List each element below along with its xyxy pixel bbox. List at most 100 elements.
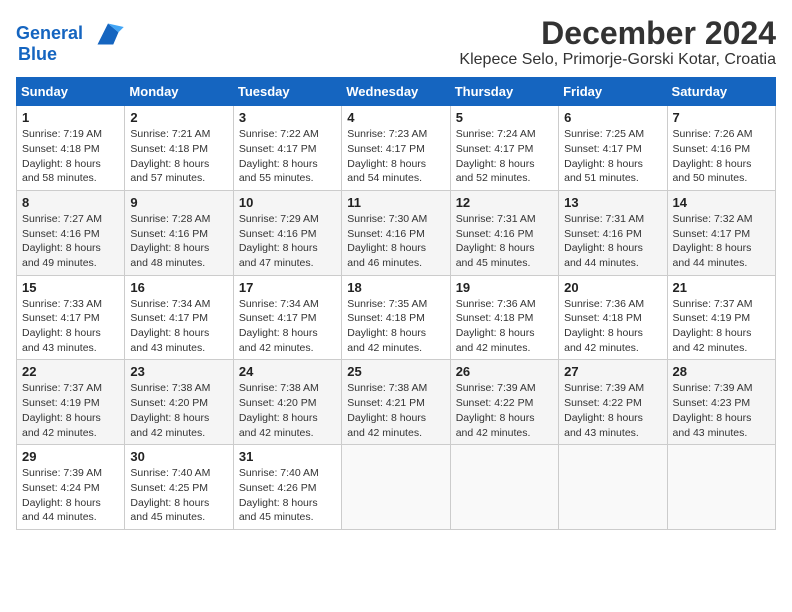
day-detail: Sunrise: 7:40 AMSunset: 4:26 PMDaylight:… [239, 466, 336, 525]
table-row: 26 Sunrise: 7:39 AMSunset: 4:22 PMDayligh… [450, 360, 558, 445]
title-block: December 2024 Klepece Selo, Primorje-Gor… [459, 16, 776, 69]
page-header: General Blue December 2024 Klepece Selo,… [16, 16, 776, 69]
day-number: 3 [239, 110, 336, 125]
day-detail: Sunrise: 7:39 AMSunset: 4:23 PMDaylight:… [673, 381, 770, 440]
day-number: 12 [456, 195, 553, 210]
table-row: 20 Sunrise: 7:36 AMSunset: 4:18 PMDayligh… [559, 275, 667, 360]
table-row: 14 Sunrise: 7:32 AMSunset: 4:17 PMDayligh… [667, 190, 775, 275]
day-detail: Sunrise: 7:19 AMSunset: 4:18 PMDaylight:… [22, 127, 119, 186]
day-detail: Sunrise: 7:39 AMSunset: 4:22 PMDaylight:… [456, 381, 553, 440]
table-row: 10Sunrise: 7:29 AMSunset: 4:16 PMDayligh… [233, 190, 341, 275]
day-detail: Sunrise: 7:39 AMSunset: 4:24 PMDaylight:… [22, 466, 119, 525]
day-number: 15 [22, 280, 119, 295]
day-detail: Sunrise: 7:35 AMSunset: 4:18 PMDaylight:… [347, 297, 444, 356]
day-detail: Sunrise: 7:21 AMSunset: 4:18 PMDaylight:… [130, 127, 227, 186]
calendar-header-row: Sunday Monday Tuesday Wednesday Thursday… [17, 78, 776, 106]
table-row: 6 Sunrise: 7:25 AMSunset: 4:17 PMDaylight… [559, 106, 667, 191]
day-detail: Sunrise: 7:25 AMSunset: 4:17 PMDaylight:… [564, 127, 661, 186]
table-row: 24 Sunrise: 7:38 AMSunset: 4:20 PMDayligh… [233, 360, 341, 445]
day-number: 13 [564, 195, 661, 210]
table-row: 5Sunrise: 7:24 AMSunset: 4:17 PMDaylight… [450, 106, 558, 191]
logo: General Blue [16, 20, 126, 65]
day-number: 20 [564, 280, 661, 295]
day-number: 6 [564, 110, 661, 125]
table-row: 1 Sunrise: 7:19 AMSunset: 4:18 PMDaylight… [17, 106, 125, 191]
day-number: 25 [347, 364, 444, 379]
table-row: 2Sunrise: 7:21 AMSunset: 4:18 PMDaylight… [125, 106, 233, 191]
page-subtitle: Klepece Selo, Primorje-Gorski Kotar, Cro… [459, 51, 776, 69]
table-row: 23 Sunrise: 7:38 AMSunset: 4:20 PMDayligh… [125, 360, 233, 445]
table-row: 12 Sunrise: 7:31 AMSunset: 4:16 PMDayligh… [450, 190, 558, 275]
page-title: December 2024 [459, 16, 776, 51]
day-detail: Sunrise: 7:39 AMSunset: 4:22 PMDaylight:… [564, 381, 661, 440]
table-row: 9 Sunrise: 7:28 AMSunset: 4:16 PMDaylight… [125, 190, 233, 275]
day-number: 19 [456, 280, 553, 295]
day-number: 1 [22, 110, 119, 125]
table-row: 11 Sunrise: 7:30 AMSunset: 4:16 PMDayligh… [342, 190, 450, 275]
day-detail: Sunrise: 7:31 AMSunset: 4:16 PMDaylight:… [456, 212, 553, 271]
day-detail: Sunrise: 7:34 AMSunset: 4:17 PMDaylight:… [130, 297, 227, 356]
table-row: 7 Sunrise: 7:26 AMSunset: 4:16 PMDaylight… [667, 106, 775, 191]
day-number: 21 [673, 280, 770, 295]
table-row: 4Sunrise: 7:23 AMSunset: 4:17 PMDaylight… [342, 106, 450, 191]
table-row: 22 Sunrise: 7:37 AMSunset: 4:19 PMDayligh… [17, 360, 125, 445]
table-row: 19 Sunrise: 7:36 AMSunset: 4:18 PMDayligh… [450, 275, 558, 360]
table-row: 13Sunrise: 7:31 AMSunset: 4:16 PMDayligh… [559, 190, 667, 275]
table-row [667, 445, 775, 530]
day-detail: Sunrise: 7:30 AMSunset: 4:16 PMDaylight:… [347, 212, 444, 271]
day-detail: Sunrise: 7:33 AMSunset: 4:17 PMDaylight:… [22, 297, 119, 356]
day-detail: Sunrise: 7:38 AMSunset: 4:21 PMDaylight:… [347, 381, 444, 440]
day-number: 31 [239, 449, 336, 464]
col-saturday: Saturday [667, 78, 775, 106]
table-row: 3 Sunrise: 7:22 AMSunset: 4:17 PMDaylight… [233, 106, 341, 191]
day-detail: Sunrise: 7:22 AMSunset: 4:17 PMDaylight:… [239, 127, 336, 186]
day-detail: Sunrise: 7:37 AMSunset: 4:19 PMDaylight:… [22, 381, 119, 440]
col-thursday: Thursday [450, 78, 558, 106]
day-number: 14 [673, 195, 770, 210]
calendar-week-3: 15 Sunrise: 7:33 AMSunset: 4:17 PMDayligh… [17, 275, 776, 360]
day-number: 7 [673, 110, 770, 125]
calendar-table: Sunday Monday Tuesday Wednesday Thursday… [16, 77, 776, 530]
table-row: 21 Sunrise: 7:37 AMSunset: 4:19 PMDayligh… [667, 275, 775, 360]
day-detail: Sunrise: 7:32 AMSunset: 4:17 PMDaylight:… [673, 212, 770, 271]
day-detail: Sunrise: 7:38 AMSunset: 4:20 PMDaylight:… [130, 381, 227, 440]
table-row: 27 Sunrise: 7:39 AMSunset: 4:22 PMDayligh… [559, 360, 667, 445]
day-detail: Sunrise: 7:28 AMSunset: 4:16 PMDaylight:… [130, 212, 227, 271]
day-number: 29 [22, 449, 119, 464]
calendar-week-1: 1 Sunrise: 7:19 AMSunset: 4:18 PMDaylight… [17, 106, 776, 191]
col-tuesday: Tuesday [233, 78, 341, 106]
table-row: 28 Sunrise: 7:39 AMSunset: 4:23 PMDayligh… [667, 360, 775, 445]
table-row [450, 445, 558, 530]
day-detail: Sunrise: 7:23 AMSunset: 4:17 PMDaylight:… [347, 127, 444, 186]
day-number: 5 [456, 110, 553, 125]
table-row: 16 Sunrise: 7:34 AMSunset: 4:17 PMDayligh… [125, 275, 233, 360]
col-wednesday: Wednesday [342, 78, 450, 106]
day-detail: Sunrise: 7:26 AMSunset: 4:16 PMDaylight:… [673, 127, 770, 186]
day-detail: Sunrise: 7:38 AMSunset: 4:20 PMDaylight:… [239, 381, 336, 440]
table-row: 8 Sunrise: 7:27 AMSunset: 4:16 PMDaylight… [17, 190, 125, 275]
day-number: 27 [564, 364, 661, 379]
day-number: 23 [130, 364, 227, 379]
table-row: 29 Sunrise: 7:39 AMSunset: 4:24 PMDayligh… [17, 445, 125, 530]
day-number: 24 [239, 364, 336, 379]
day-number: 8 [22, 195, 119, 210]
day-number: 22 [22, 364, 119, 379]
calendar-week-5: 29 Sunrise: 7:39 AMSunset: 4:24 PMDayligh… [17, 445, 776, 530]
table-row: 25 Sunrise: 7:38 AMSunset: 4:21 PMDayligh… [342, 360, 450, 445]
day-number: 11 [347, 195, 444, 210]
day-detail: Sunrise: 7:36 AMSunset: 4:18 PMDaylight:… [456, 297, 553, 356]
day-number: 9 [130, 195, 227, 210]
day-detail: Sunrise: 7:27 AMSunset: 4:16 PMDaylight:… [22, 212, 119, 271]
table-row: 18 Sunrise: 7:35 AMSunset: 4:18 PMDayligh… [342, 275, 450, 360]
day-detail: Sunrise: 7:29 AMSunset: 4:16 PMDaylight:… [239, 212, 336, 271]
day-number: 18 [347, 280, 444, 295]
day-detail: Sunrise: 7:37 AMSunset: 4:19 PMDaylight:… [673, 297, 770, 356]
day-detail: Sunrise: 7:36 AMSunset: 4:18 PMDaylight:… [564, 297, 661, 356]
calendar-week-2: 8 Sunrise: 7:27 AMSunset: 4:16 PMDaylight… [17, 190, 776, 275]
table-row [559, 445, 667, 530]
day-number: 16 [130, 280, 227, 295]
calendar-week-4: 22 Sunrise: 7:37 AMSunset: 4:19 PMDayligh… [17, 360, 776, 445]
col-monday: Monday [125, 78, 233, 106]
day-number: 26 [456, 364, 553, 379]
day-number: 28 [673, 364, 770, 379]
